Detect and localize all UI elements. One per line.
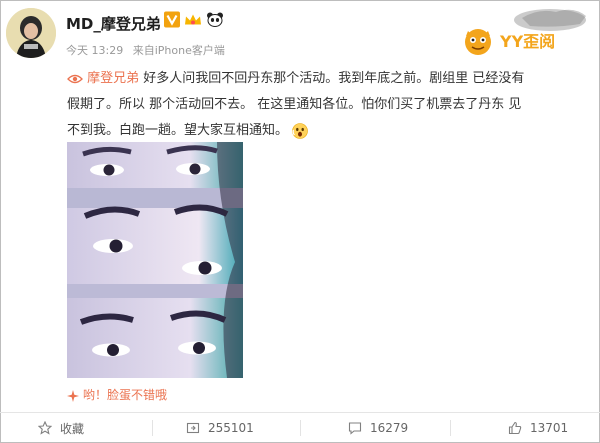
post-source[interactable]: iPhone客户端 — [155, 44, 225, 57]
avatar-image — [6, 8, 56, 58]
user-badges — [164, 11, 224, 28]
avatar[interactable] — [6, 8, 56, 58]
photo-caption: 哟！脸蛋不错哦 — [67, 386, 167, 403]
repost-button[interactable]: 255101 — [186, 418, 254, 438]
action-separator — [450, 420, 451, 436]
post-photo[interactable] — [67, 142, 243, 378]
post-line-1: 摩登兄弟 好多人问我回不回丹东那个活动。我到年底之前。剧组里 已经没有 — [67, 66, 587, 92]
verified-v-icon — [164, 11, 180, 28]
comment-button[interactable]: 16279 — [348, 418, 408, 438]
post-time[interactable]: 今天 13:29 — [66, 44, 123, 57]
photo-caption-text: 哟！脸蛋不错哦 — [83, 388, 168, 402]
post-line-1-text: 好多人问我回不回丹东那个活动。我到年底之前。剧组里 已经没有 — [143, 71, 525, 86]
action-separator — [300, 420, 301, 436]
like-button[interactable]: 13701 — [508, 418, 568, 438]
post-text: 摩登兄弟 好多人问我回不回丹东那个活动。我到年底之前。剧组里 已经没有 假期了。… — [67, 66, 587, 144]
source-prefix: 来自 — [132, 44, 155, 57]
post-line-3-text: 不到我。白跑一趟。望大家互相通知。 — [67, 123, 289, 138]
panda-icon — [207, 12, 223, 27]
member-crown-icon — [185, 14, 201, 25]
post-line-2: 假期了。所以 那个活动回不去。 在这里通知各位。怕你们买了机票去了丹东 见 — [67, 97, 522, 112]
thumbs-up-icon — [508, 421, 522, 435]
eyes-collage-image — [67, 142, 243, 378]
mention-link[interactable]: 摩登兄弟 — [87, 71, 139, 86]
action-separator — [152, 420, 153, 436]
post-meta: 今天 13:29 来自iPhone客户端 — [66, 42, 231, 58]
like-count: 13701 — [530, 421, 569, 435]
repost-count: 255101 — [208, 421, 254, 435]
username[interactable]: MD_摩登兄弟 — [66, 13, 161, 34]
watermark-text: YY歪阅 — [500, 32, 556, 51]
action-bar-divider — [0, 412, 600, 413]
favorite-label: 收藏 — [60, 421, 85, 436]
scared-emoji-icon — [292, 122, 308, 139]
star-icon — [38, 421, 52, 435]
post-line-3: 不到我。白跑一趟。望大家互相通知。 — [67, 118, 587, 144]
sparkle-icon — [67, 389, 79, 402]
comment-count: 16279 — [370, 421, 409, 435]
eye-icon — [67, 74, 83, 83]
comment-icon — [348, 422, 362, 435]
favorite-button[interactable]: 收藏 — [38, 418, 84, 438]
repost-icon — [186, 422, 200, 434]
